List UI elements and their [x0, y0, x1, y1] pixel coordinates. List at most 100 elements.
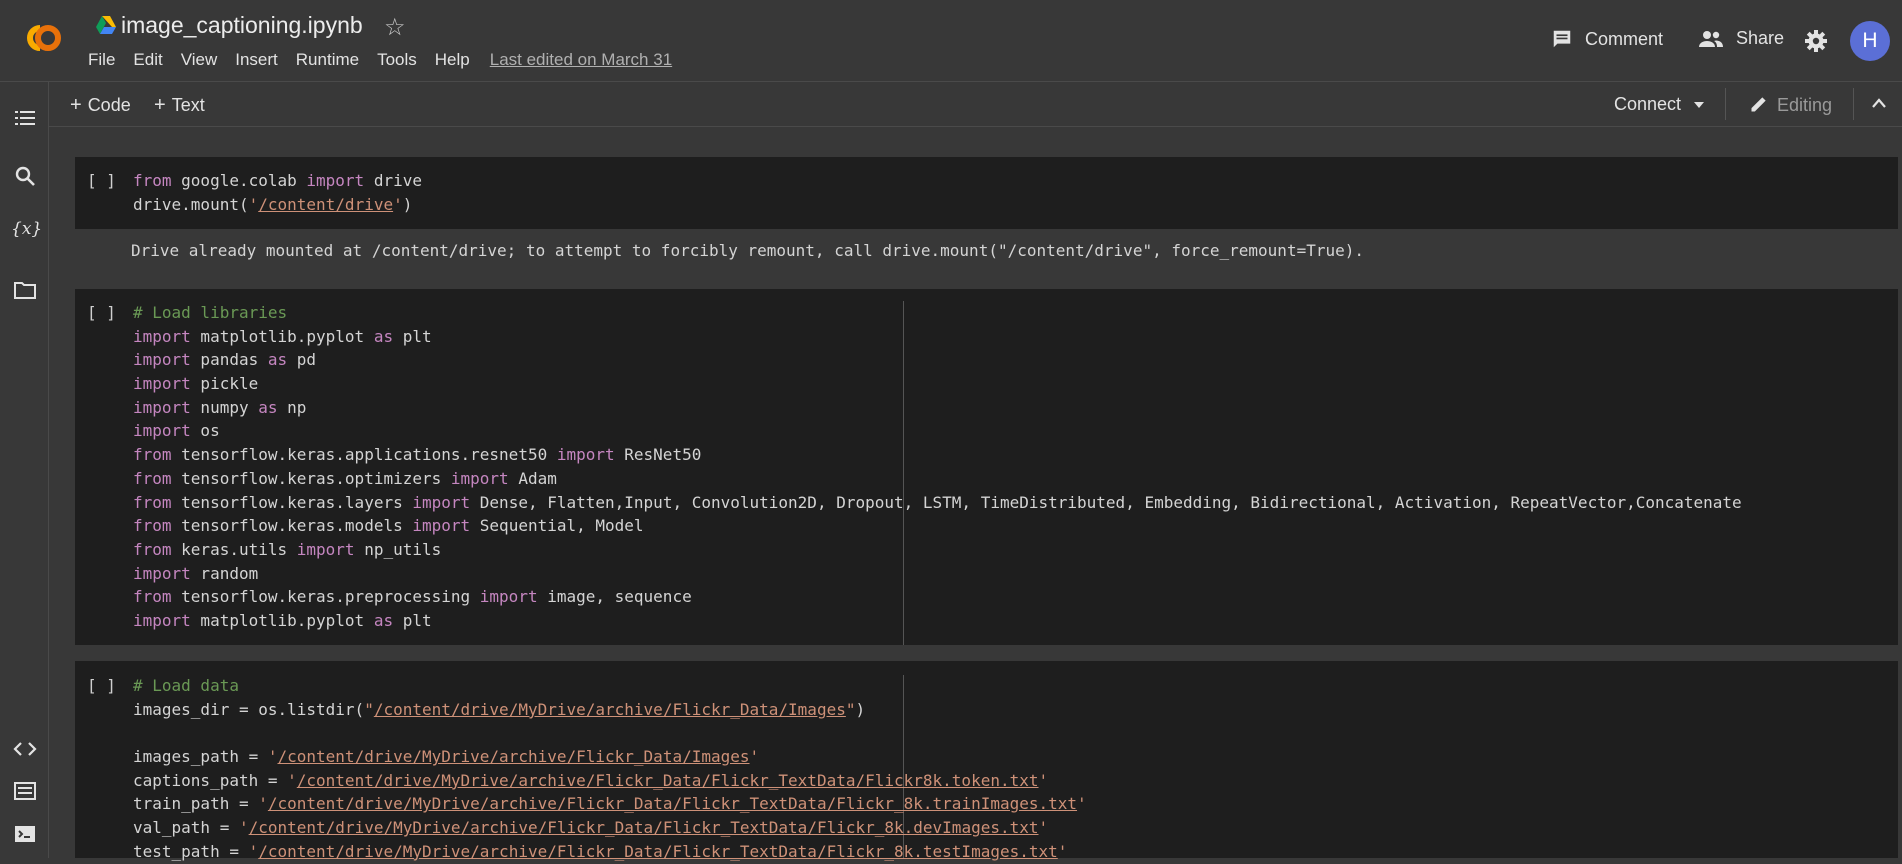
code-token: keras.utils	[171, 539, 297, 559]
code-editor[interactable]: # Load data images_dir = os.listdir("/con…	[133, 674, 1087, 864]
code-token: /content/drive	[258, 194, 394, 214]
code-token: '	[1077, 794, 1087, 814]
search-icon[interactable]	[13, 164, 37, 188]
code-token: as	[373, 326, 394, 346]
code-token: import	[479, 587, 538, 607]
code-token: import	[306, 171, 365, 190]
add-text-button[interactable]: + Text	[154, 94, 205, 117]
run-cell-button[interactable]: [ ]	[87, 676, 116, 695]
chevron-down-icon[interactable]	[1693, 101, 1705, 109]
code-line: from tensorflow.keras.preprocessing impo…	[133, 585, 1742, 609]
code-token: tensorflow.keras.applications.resnet50	[171, 445, 557, 465]
menu-view[interactable]: View	[181, 50, 218, 70]
code-token: plt	[393, 326, 432, 346]
variables-icon[interactable]: {x}	[11, 219, 42, 243]
comment-button[interactable]: Comment	[1551, 28, 1663, 50]
last-edited-link[interactable]: Last edited on March 31	[490, 50, 672, 70]
pencil-icon	[1751, 97, 1766, 112]
menu-help[interactable]: Help	[435, 50, 470, 70]
app-header: image_captioning.ipynb ☆ File Edit View …	[0, 0, 1902, 82]
avatar[interactable]: H	[1850, 21, 1890, 61]
gear-icon[interactable]	[1804, 29, 1828, 53]
menu-file[interactable]: File	[88, 50, 115, 70]
code-token: image, sequence	[537, 587, 692, 607]
code-token: /content/drive/MyDrive/archive/Flickr_Da…	[373, 699, 846, 719]
code-token: import	[133, 397, 191, 417]
code-token: numpy	[190, 397, 259, 417]
code-line: import random	[133, 562, 1742, 586]
share-button[interactable]: Share	[1698, 28, 1784, 49]
code-token: '	[393, 194, 403, 214]
code-token: pd	[287, 350, 317, 370]
connect-button[interactable]: Connect	[1614, 94, 1681, 115]
code-token: images_dir = os.listdir(	[133, 699, 365, 719]
code-line: drive.mount('/content/drive')	[133, 193, 422, 217]
code-line: import pickle	[133, 372, 1742, 396]
toolbar-divider	[1853, 88, 1854, 120]
menu-runtime[interactable]: Runtime	[296, 50, 359, 70]
code-token: /content/drive/MyDrive/archive/Flickr_Da…	[277, 747, 750, 767]
code-token: import	[450, 468, 509, 488]
code-token: import	[133, 610, 191, 630]
code-token: from	[133, 468, 172, 488]
code-token: # Load libraries	[133, 303, 288, 322]
code-snippets-icon[interactable]	[13, 737, 37, 761]
plus-icon: +	[154, 94, 166, 116]
run-cell-button[interactable]: [ ]	[87, 303, 116, 322]
code-token: from	[133, 539, 172, 559]
drive-icon[interactable]	[96, 16, 116, 34]
code-editor[interactable]: from google.colab import drive drive.moun…	[133, 169, 422, 216]
code-token: matplotlib.pyplot	[190, 610, 374, 630]
code-token: tensorflow.keras.models	[171, 516, 413, 536]
code-token: "	[364, 699, 374, 719]
toc-icon[interactable]	[13, 106, 37, 130]
menu-tools[interactable]: Tools	[377, 50, 417, 70]
menu-edit[interactable]: Edit	[133, 50, 162, 70]
code-line: from tensorflow.keras.layers import Dens…	[133, 491, 1742, 515]
comment-label: Comment	[1585, 28, 1664, 49]
run-cell-button[interactable]: [ ]	[87, 171, 116, 190]
code-line: from tensorflow.keras.optimizers import …	[133, 467, 1742, 491]
code-token: import	[412, 516, 471, 536]
folder-icon[interactable]	[13, 278, 37, 302]
code-line: test_path = '/content/drive/MyDrive/arch…	[133, 840, 1087, 864]
chevron-up-icon[interactable]	[1871, 97, 1887, 109]
code-token: '	[749, 747, 760, 767]
code-token: as	[373, 610, 394, 630]
code-token: import	[133, 563, 191, 583]
code-line: # Load data	[133, 674, 1087, 698]
code-token: from	[133, 492, 172, 512]
menu-bar: File Edit View Insert Runtime Tools Help…	[88, 50, 690, 70]
code-token: /content/drive/MyDrive/archive/Flickr_Da…	[267, 794, 1078, 814]
add-code-button[interactable]: + Code	[70, 94, 131, 117]
code-token: tensorflow.keras.preprocessing	[171, 587, 480, 607]
code-token: Adam	[508, 468, 557, 488]
code-line: from tensorflow.keras.applications.resne…	[133, 443, 1742, 467]
share-icon	[1699, 30, 1723, 47]
code-token: Dense, Flatten,Input, Convolution2D, Dro…	[470, 492, 1742, 512]
notebook-title[interactable]: image_captioning.ipynb	[121, 12, 363, 39]
toolbar-divider	[1725, 88, 1726, 120]
code-token: plt	[393, 610, 432, 630]
code-line: images_dir = os.listdir("/content/drive/…	[133, 698, 1087, 722]
code-token: /content/drive/MyDrive/archive/Flickr_Da…	[248, 818, 1039, 838]
code-token: pickle	[190, 374, 259, 394]
code-editor[interactable]: # Load libraries import matplotlib.pyplot…	[133, 301, 1742, 633]
code-token: import	[133, 326, 191, 346]
code-token: # Load data	[133, 676, 239, 695]
command-palette-icon[interactable]	[13, 779, 37, 803]
comment-icon	[1553, 30, 1571, 48]
code-token: '	[248, 194, 259, 214]
editing-mode-button[interactable]: Editing	[1749, 94, 1832, 116]
star-icon[interactable]: ☆	[384, 13, 406, 42]
code-token: )	[402, 194, 413, 214]
code-token: drive	[364, 171, 422, 190]
code-line: import pandas as pd	[133, 348, 1742, 372]
menu-insert[interactable]: Insert	[235, 50, 278, 70]
code-token: ResNet50	[614, 445, 702, 465]
terminal-icon[interactable]	[13, 822, 37, 846]
colab-logo-icon[interactable]	[16, 18, 72, 58]
code-line: # Load libraries	[133, 301, 1742, 325]
code-token: from	[133, 516, 172, 536]
